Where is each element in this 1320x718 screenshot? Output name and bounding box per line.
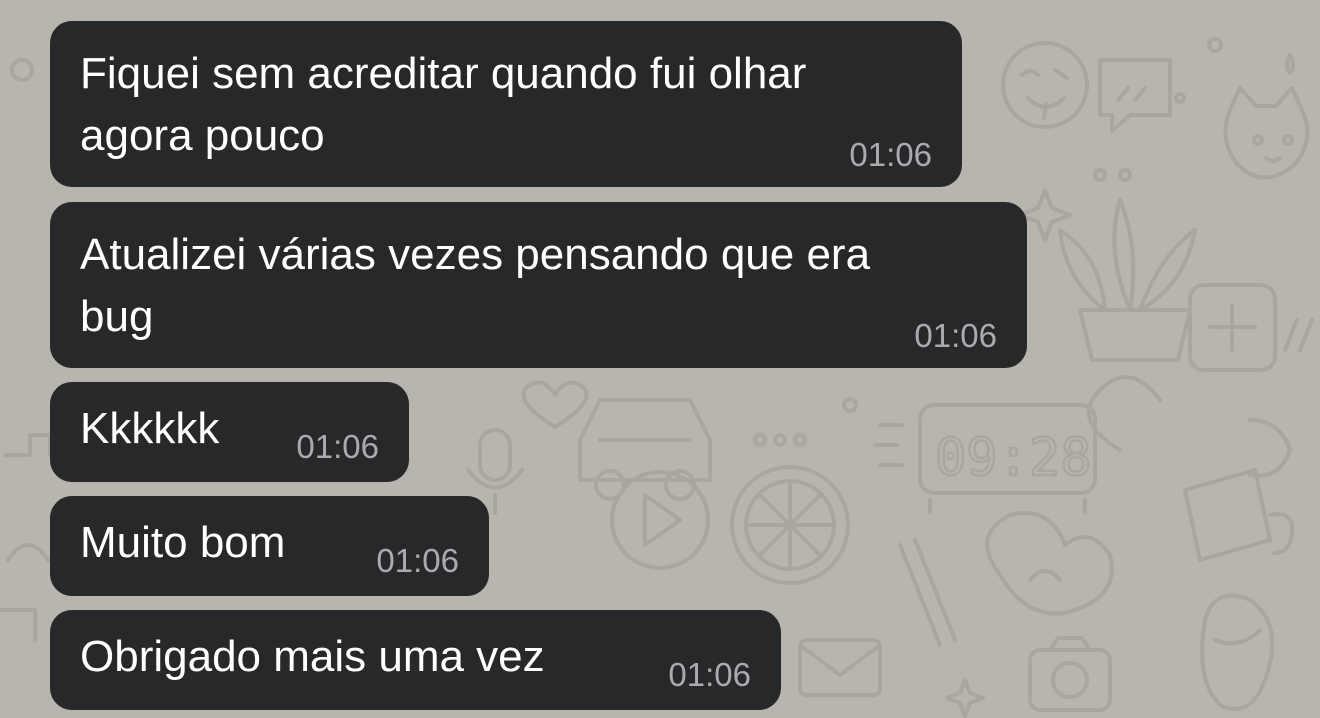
message-bubble[interactable]: Muito bom 01:06	[50, 496, 489, 596]
message-bubble[interactable]: Kkkkkk 01:06	[50, 382, 409, 482]
message-timestamp: 01:06	[376, 542, 459, 579]
message-text: Obrigado mais uma vez	[80, 632, 545, 681]
message-text: Fiquei sem acreditar quando fui olhar ag…	[80, 49, 807, 160]
message-timestamp: 01:06	[914, 317, 997, 354]
message-text: Atualizei várias vezes pensando que era …	[80, 230, 871, 341]
message-timestamp: 01:06	[849, 136, 932, 173]
message-timestamp: 01:06	[296, 428, 379, 465]
message-text: Muito bom	[80, 518, 286, 567]
message-bubble[interactable]: Atualizei várias vezes pensando que era …	[50, 202, 1027, 368]
message-timestamp: 01:06	[668, 656, 751, 693]
message-bubble[interactable]: Fiquei sem acreditar quando fui olhar ag…	[50, 21, 962, 187]
message-list: Fiquei sem acreditar quando fui olhar ag…	[0, 0, 1320, 718]
message-bubble[interactable]: Obrigado mais uma vez 01:06	[50, 610, 781, 710]
message-text: Kkkkkk	[80, 404, 220, 453]
